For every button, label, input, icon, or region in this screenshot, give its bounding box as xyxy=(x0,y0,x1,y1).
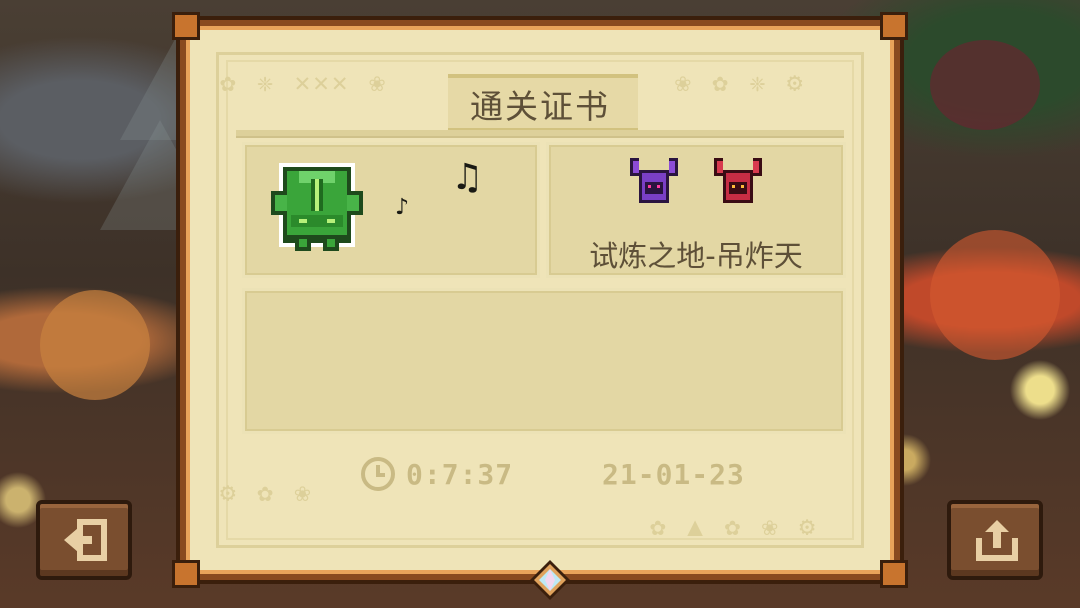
clock-icon xyxy=(361,457,395,491)
exit-icon xyxy=(64,519,107,561)
red-demon-icon xyxy=(714,158,762,203)
back-button[interactable] xyxy=(36,500,132,580)
frame-corner xyxy=(172,12,200,40)
certificate-paper: ✿ ❈ ✕✕✕ ❀ ❀ ✿ ❈ ⚙ ⚙ ✿ ❀ ✿ ▲ ✿ ❀ ⚙ 通关证书 ♪… xyxy=(172,12,908,600)
details-panel xyxy=(242,288,846,434)
certificate-card: ✿ ❈ ✕✕✕ ❀ ❀ ✿ ❈ ⚙ ⚙ ✿ ❀ ✿ ▲ ✿ ❀ ⚙ 通关证书 ♪… xyxy=(172,12,908,600)
music-note-icon: ♫ xyxy=(451,157,484,198)
ornament-bottom-right: ✿ ▲ ✿ ❀ ⚙ xyxy=(650,512,818,542)
ornament-bottom-left: ⚙ ✿ ❀ xyxy=(220,478,314,508)
background-ornament xyxy=(930,230,1060,360)
stage-name: 试炼之地-吊炸天 xyxy=(589,239,803,273)
frame-corner xyxy=(172,560,200,588)
green-robot-hero-icon xyxy=(271,163,363,251)
music-note-icon: ♪ xyxy=(395,195,410,220)
stage-panel: 试炼之地-吊炸天 xyxy=(546,142,846,278)
purple-demon-icon xyxy=(630,158,678,203)
background-ornament xyxy=(40,290,150,400)
frame-corner xyxy=(880,560,908,588)
hero-panel: ♪ ♫ xyxy=(242,142,540,278)
background-ornament xyxy=(930,40,1040,130)
frame-corner xyxy=(880,12,908,40)
clear-time: 0:7:37 xyxy=(406,458,514,491)
page-title: 通关证书 xyxy=(470,87,610,126)
clear-date: 21-01-23 xyxy=(602,458,745,491)
diamond-gem-icon xyxy=(530,560,570,600)
share-button[interactable] xyxy=(947,500,1043,580)
share-icon xyxy=(976,520,1018,561)
title-divider xyxy=(236,130,844,138)
